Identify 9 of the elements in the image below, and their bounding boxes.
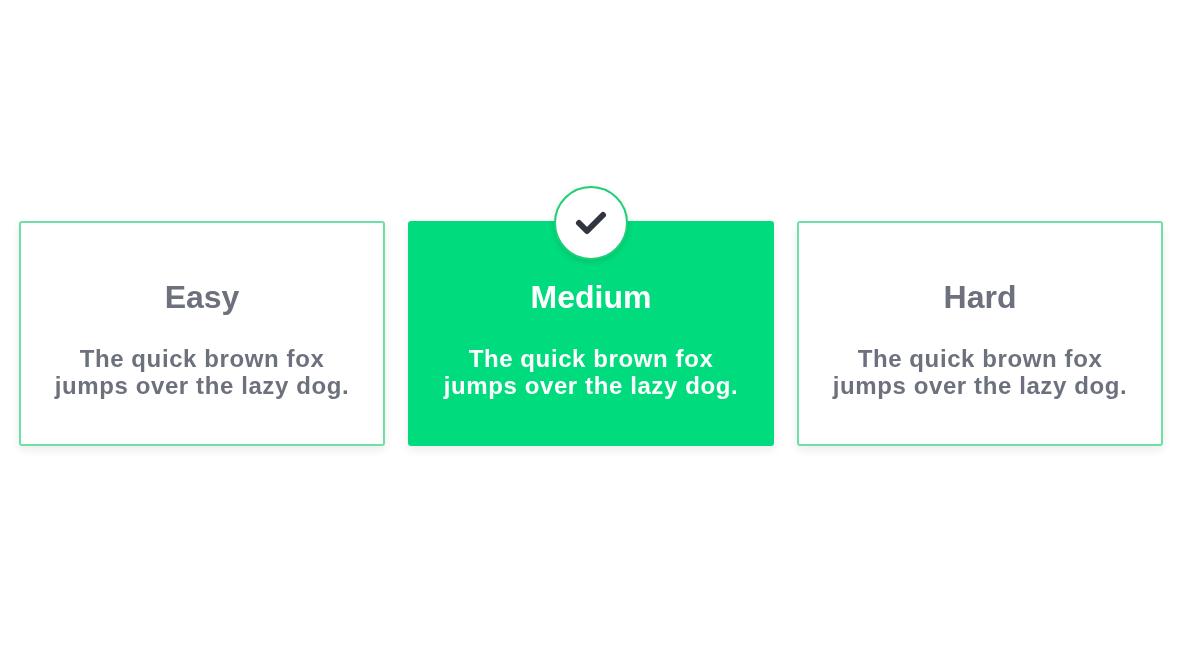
option-card[interactable]: Hard The quick brown fox jumps over the lazy dog. (797, 221, 1163, 446)
option-description: The quick brown fox jumps over the lazy dog. (831, 345, 1129, 399)
option-card[interactable]: Easy The quick brown fox jumps over the lazy dog. (19, 221, 385, 446)
option-description: The quick brown fox jumps over the lazy dog. (53, 345, 351, 399)
option-title: Medium (530, 278, 652, 317)
option-description: The quick brown fox jumps over the lazy dog. (442, 345, 740, 399)
checkmark-icon (553, 185, 629, 261)
option-title: Easy (164, 278, 240, 317)
option-title: Hard (943, 278, 1017, 317)
